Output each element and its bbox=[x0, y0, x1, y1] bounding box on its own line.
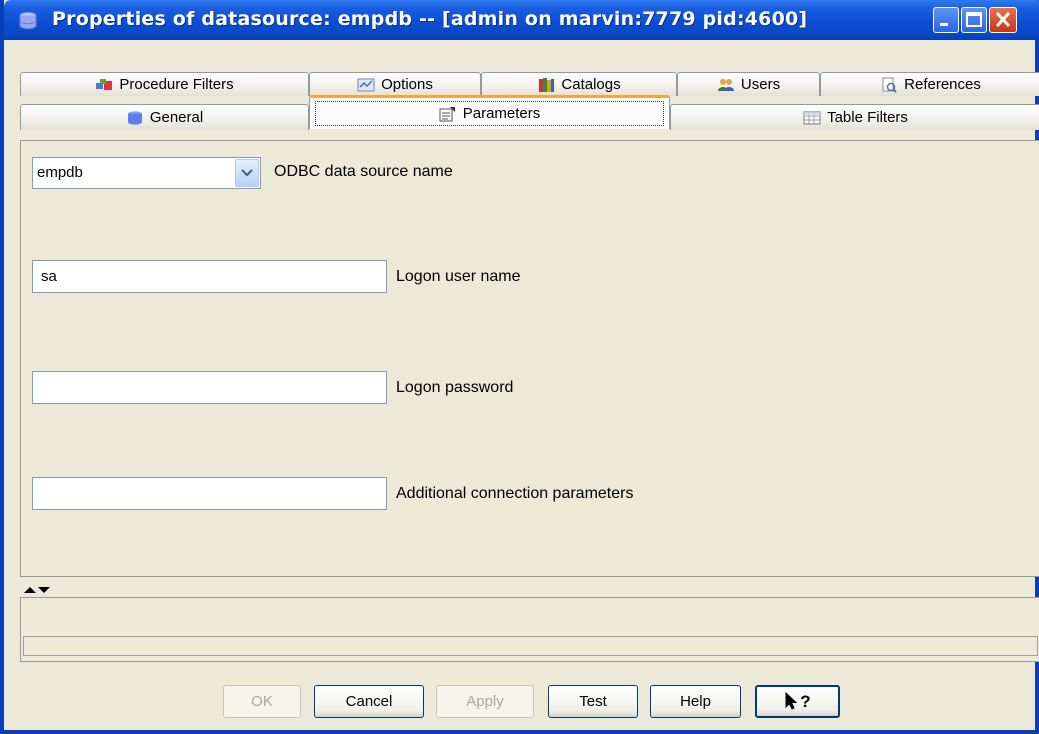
chevron-down-icon bbox=[241, 169, 253, 177]
expand-collapse-icon bbox=[24, 587, 50, 593]
tab-label: Options bbox=[381, 76, 433, 93]
database-icon bbox=[19, 11, 37, 30]
maximize-icon bbox=[966, 12, 982, 27]
tab-users[interactable]: Users bbox=[677, 72, 820, 96]
minimize-icon bbox=[940, 23, 948, 26]
help-button[interactable]: Help bbox=[650, 685, 741, 718]
password-field[interactable] bbox=[32, 371, 387, 404]
maximize-button[interactable] bbox=[961, 7, 987, 33]
username-field[interactable] bbox=[32, 260, 387, 293]
close-button[interactable] bbox=[989, 7, 1017, 33]
parameters-icon bbox=[439, 106, 455, 121]
tab-procedure-filters[interactable]: Procedure Filters bbox=[20, 72, 309, 96]
references-icon bbox=[882, 77, 897, 93]
connection-parameters-label: Additional connection parameters bbox=[396, 485, 634, 502]
dsn-value: empdb bbox=[37, 164, 83, 181]
ok-button[interactable]: OK bbox=[223, 685, 301, 718]
tab-label: References bbox=[904, 76, 981, 93]
connection-parameters-field[interactable] bbox=[32, 477, 387, 510]
tab-label: Catalogs bbox=[561, 76, 621, 93]
dsn-label: ODBC data source name bbox=[274, 163, 453, 180]
tab-label: Procedure Filters bbox=[119, 76, 234, 93]
help-pointer-icon bbox=[785, 691, 798, 710]
splitter-handle[interactable] bbox=[20, 584, 1039, 598]
window-title: Properties of datasource: empdb -- [admi… bbox=[52, 8, 808, 30]
catalogs-icon bbox=[539, 77, 555, 92]
minimize-button[interactable] bbox=[933, 7, 959, 33]
apply-button[interactable]: Apply bbox=[436, 685, 534, 718]
cancel-button[interactable]: Cancel bbox=[314, 685, 424, 718]
options-icon bbox=[357, 78, 375, 91]
tab-general[interactable]: General bbox=[20, 104, 309, 130]
apply-label: Apply bbox=[466, 693, 504, 710]
tab-label: Users bbox=[740, 76, 781, 93]
tab-options[interactable]: Options bbox=[309, 72, 481, 96]
test-button[interactable]: Test bbox=[548, 685, 638, 718]
password-label: Logon password bbox=[396, 379, 514, 396]
dsn-dropdown-button[interactable] bbox=[235, 159, 259, 187]
tab-catalogs[interactable]: Catalogs bbox=[481, 72, 677, 96]
tab-label: General bbox=[149, 109, 204, 126]
title-bar[interactable]: Properties of datasource: empdb -- [admi… bbox=[4, 0, 1039, 40]
ok-label: OK bbox=[251, 693, 273, 710]
cancel-label: Cancel bbox=[345, 693, 393, 710]
status-bar bbox=[23, 636, 1038, 656]
username-label: Logon user name bbox=[396, 268, 521, 285]
tab-table-filters[interactable]: Table Filters bbox=[670, 104, 1039, 130]
help-label: Help bbox=[680, 693, 711, 710]
tab-parameters[interactable]: Parameters bbox=[309, 95, 670, 129]
test-label: Test bbox=[579, 693, 607, 710]
tab-label: Table Filters bbox=[827, 109, 908, 126]
users-icon bbox=[717, 78, 734, 91]
whats-this-label: ? bbox=[800, 691, 811, 711]
tab-focus-box: Parameters bbox=[315, 101, 664, 126]
status-area bbox=[20, 597, 1039, 662]
dsn-combobox[interactable]: empdb bbox=[32, 157, 261, 189]
whats-this-button[interactable]: ? bbox=[755, 685, 840, 718]
close-icon bbox=[995, 11, 1011, 28]
table-icon bbox=[803, 111, 821, 124]
parameters-panel bbox=[20, 140, 1039, 577]
tab-references[interactable]: References bbox=[820, 72, 1039, 96]
tab-label: Parameters bbox=[462, 105, 541, 122]
properties-dialog: Properties of datasource: empdb -- [admi… bbox=[0, 0, 1039, 734]
database-icon bbox=[127, 110, 142, 125]
procedure-filters-icon bbox=[96, 78, 113, 90]
